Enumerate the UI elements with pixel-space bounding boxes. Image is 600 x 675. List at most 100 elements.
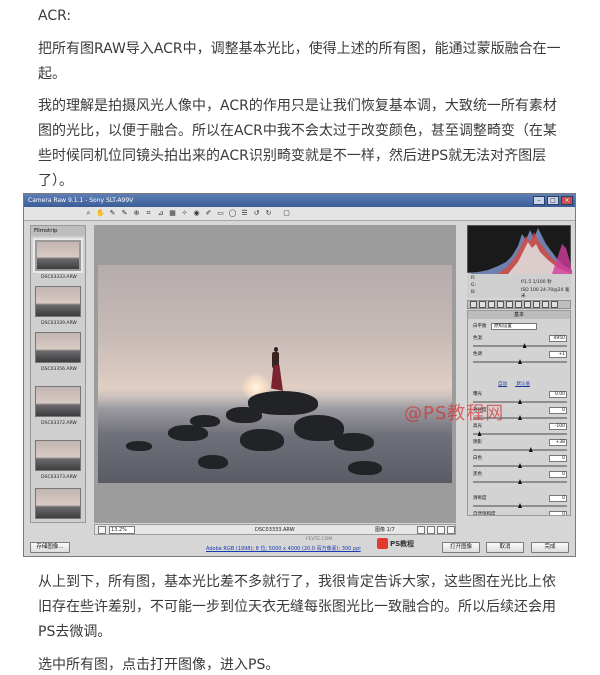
zoom-tool-icon[interactable]: ⌕ [84,209,93,218]
slider-value-input[interactable]: 0 [549,471,567,478]
toggle-settings-button[interactable] [447,526,455,534]
white-balance-label: 白平衡 [473,324,487,329]
white-balance-tool-icon[interactable]: ✎ [108,209,117,218]
auto-default-links: 自动 默认值 [498,381,538,387]
minimize-icon[interactable]: – [533,196,545,205]
spot-removal-icon[interactable]: ✧ [180,209,189,218]
rock [198,455,228,469]
tab-tone-curve[interactable] [479,301,486,308]
maximize-icon[interactable]: □ [547,196,559,205]
current-filename: DSC03333.ARW [255,527,295,533]
white-balance-select[interactable]: 原照设置 [490,323,537,330]
workflow-options-link[interactable]: Adobe RGB (1998); 8 位; 5000 x 4000 (20.0… [206,545,361,552]
slider-row: 自然饱和度 0 [473,511,567,516]
site-logo-icon [377,538,388,549]
open-image-button[interactable]: 打开图像 [442,542,480,553]
slider-label: 白色 [473,456,482,461]
hand-tool-icon[interactable]: ✋ [96,209,105,218]
radial-filter-icon[interactable]: ◯ [228,209,237,218]
image-preview-area [94,225,456,523]
swap-button[interactable] [427,526,435,534]
zoom-level-select[interactable]: 13.2% [109,526,135,534]
tab-hsl[interactable] [497,301,504,308]
trash-icon[interactable]: ▢ [282,209,291,218]
panel-tabs [467,300,571,309]
slider-value-input[interactable]: 0 [549,511,567,515]
slider-label: 自然饱和度 [473,512,496,516]
result-paragraph: 从上到下，所有图，基本光比差不多就行了，我很肯定告诉大家，这些图在光比上依旧存在… [38,574,556,640]
tab-basic[interactable] [470,301,477,308]
rock [348,461,382,475]
tab-calibration[interactable] [533,301,540,308]
straighten-tool-icon[interactable]: ⊿ [156,209,165,218]
default-link[interactable]: 默认值 [516,382,530,387]
tab-presets[interactable] [542,301,549,308]
close-icon[interactable]: × [561,196,573,205]
page-indicator: 图像 1/7 [375,527,395,533]
slider-label: 阴影 [473,440,482,445]
copy-settings-button[interactable] [437,526,445,534]
red-eye-icon[interactable]: ◉ [192,209,201,218]
closing-paragraph: 选中所有图，点击打开图像，进入PS。 [38,657,280,673]
slider-value-input[interactable]: 0.00 [549,391,567,398]
tab-detail[interactable] [488,301,495,308]
preferences-icon[interactable]: ☰ [240,209,249,218]
thumbnail-label: DSC03373.ARW [41,475,77,480]
crop-tool-icon[interactable]: ⌗ [144,209,153,218]
slider-label: 色温 [473,336,482,341]
filmstrip-thumbnail[interactable] [33,238,83,273]
zoom-out-button[interactable] [98,526,106,534]
tab-effects[interactable] [524,301,531,308]
filmstrip-thumbnail[interactable] [35,286,81,317]
site-watermark: @PS教程网 [404,403,505,424]
slider-value-input[interactable]: 0 [549,455,567,462]
camera-raw-window: Camera Raw 9.1.1 - Sony SLT-A99V – □ × ⌕… [23,193,576,557]
window-titlebar: Camera Raw 9.1.1 - Sony SLT-A99V – □ × [24,194,575,207]
filmstrip-thumbnail[interactable] [35,386,81,417]
slider-row: 色调 +1 [473,351,567,367]
rgb-label: G: [471,283,477,288]
compare-view-button[interactable] [417,526,425,534]
tab-snapshots[interactable] [551,301,558,308]
slider-label: 黑色 [473,472,482,477]
acr-toolbar: ⌕ ✋ ✎ ✎ ⊕ ⌗ ⊿ ▦ ✧ ◉ ✐ ▭ ◯ ☰ ↺ ↻ ▢ [24,207,575,221]
slider-row: 高光 -100 [473,423,567,439]
slider-track[interactable] [473,433,567,435]
filmstrip-thumbnail[interactable] [35,488,81,519]
preview-photo[interactable] [98,265,452,483]
cancel-button[interactable]: 取消 [486,542,524,553]
color-sampler-icon[interactable]: ✎ [120,209,129,218]
auto-link[interactable]: 自动 [498,382,507,387]
rotate-right-icon[interactable]: ↻ [264,209,273,218]
done-button[interactable]: 完成 [531,542,569,553]
graduated-filter-icon[interactable]: ▭ [216,209,225,218]
rotate-left-icon[interactable]: ↺ [252,209,261,218]
thumbnail-label: DSC03356.ARW [41,367,77,372]
slider-value-input[interactable]: 0 [549,495,567,502]
filmstrip-panel: Filmstrip DSC03333.ARW DSC03339.ARW DSC0… [30,225,86,523]
tab-split-toning[interactable] [506,301,513,308]
slider-value-input[interactable]: 0 [549,407,567,414]
slider-value-input[interactable]: -100 [549,423,567,430]
filmstrip-thumbnail[interactable] [35,332,81,363]
slider-label: 曝光 [473,392,482,397]
footer-watermark: FEVTE.COM [306,537,333,542]
rgb-label: R: [471,276,476,281]
slider-value-input[interactable]: +38 [549,439,567,446]
rock [334,433,374,451]
tab-lens[interactable] [515,301,522,308]
slider-track[interactable] [473,345,567,347]
transform-tool-icon[interactable]: ▦ [168,209,177,218]
slider-value-input[interactable]: +1 [549,351,567,358]
save-image-button[interactable]: 存储图像... [30,542,70,553]
slider-track[interactable] [473,449,567,451]
slider-row: 黑色 0 [473,471,567,487]
brush-tool-icon[interactable]: ✐ [204,209,213,218]
filmstrip-thumbnail[interactable] [35,440,81,471]
thumbnail-label: DSC03339.ARW [41,321,77,326]
slider-row: 清晰度 0 [473,495,567,511]
target-adjust-icon[interactable]: ⊕ [132,209,141,218]
slider-value-input[interactable]: 4950 [549,335,567,342]
rgb-label: B: [471,290,476,295]
rock [168,425,208,441]
